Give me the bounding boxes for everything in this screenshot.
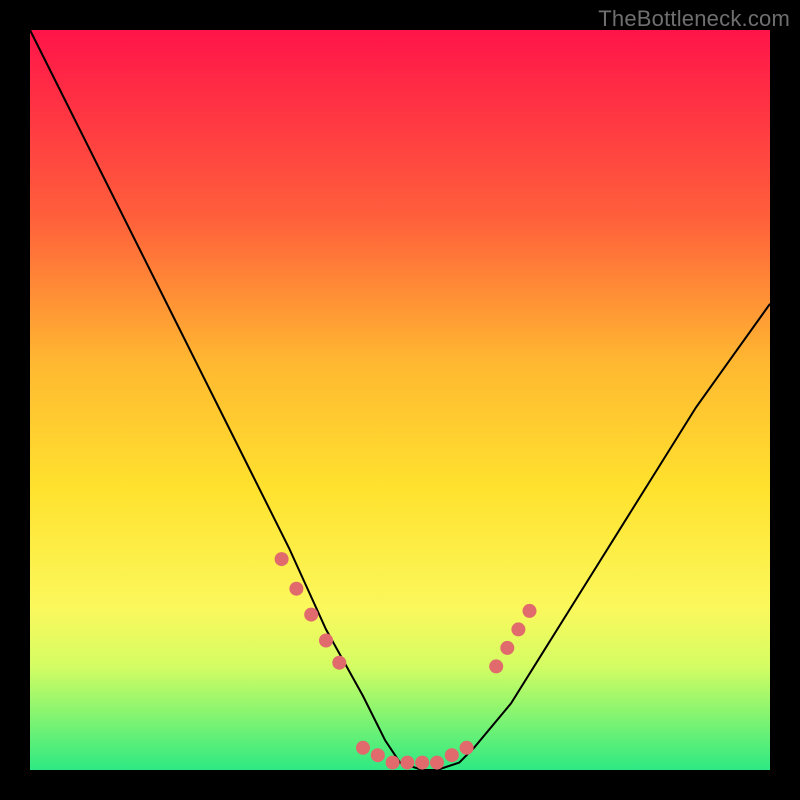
curve-markers: [275, 552, 537, 770]
marker-left-cluster: [304, 608, 318, 622]
marker-valley-cluster: [445, 748, 459, 762]
marker-left-cluster: [275, 552, 289, 566]
marker-left-cluster: [289, 582, 303, 596]
marker-valley-cluster: [356, 741, 370, 755]
marker-valley-cluster: [430, 756, 444, 770]
marker-valley-cluster: [460, 741, 474, 755]
watermark-text: TheBottleneck.com: [598, 6, 790, 32]
marker-valley-cluster: [386, 756, 400, 770]
marker-valley-cluster: [415, 756, 429, 770]
marker-right-cluster: [511, 622, 525, 636]
marker-right-cluster: [500, 641, 514, 655]
curve-bottleneck-curve: [30, 30, 770, 770]
marker-right-cluster: [489, 659, 503, 673]
marker-valley-cluster: [400, 756, 414, 770]
chart-overlay: [30, 30, 770, 770]
marker-left-cluster: [332, 656, 346, 670]
marker-left-cluster: [319, 634, 333, 648]
marker-right-cluster: [523, 604, 537, 618]
marker-valley-cluster: [371, 748, 385, 762]
chart-frame: TheBottleneck.com: [0, 0, 800, 800]
bottleneck-curve: [30, 30, 770, 770]
